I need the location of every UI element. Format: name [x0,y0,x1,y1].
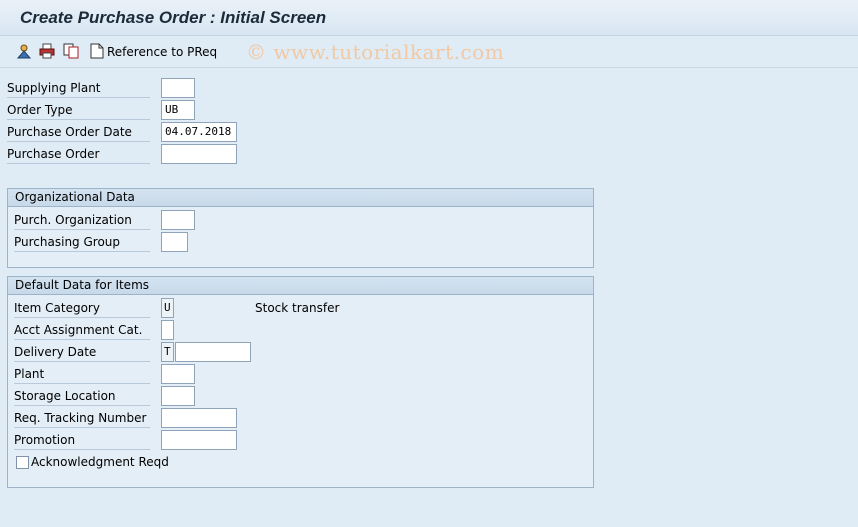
print-icon[interactable] [39,43,55,59]
item-category-field[interactable]: U [161,298,174,318]
po-date-field[interactable]: 04.07.2018 [161,122,237,142]
purchase-order-field[interactable] [161,144,237,164]
default-data-title: Default Data for Items [8,277,593,295]
delivery-date-type-field[interactable]: T [161,342,174,362]
plant-field[interactable] [161,364,195,384]
po-date-label: Purchase Order Date [7,122,150,142]
tracking-number-field[interactable] [161,408,237,428]
purch-group-field[interactable] [161,232,188,252]
supplying-plant-label: Supplying Plant [7,78,150,98]
item-category-label: Item Category [14,298,150,318]
order-type-label: Order Type [7,100,150,120]
acknowledgment-checkbox[interactable] [16,456,29,469]
delivery-date-field[interactable] [175,342,251,362]
order-type-field[interactable]: UB [161,100,195,120]
acknowledgment-label: Acknowledgment Reqd [31,455,169,469]
watermark: © www.tutorialkart.com [246,40,505,64]
reference-to-preq-button[interactable]: Reference to PReq [107,45,217,59]
purchase-order-label: Purchase Order [7,144,150,164]
tracking-number-label: Req. Tracking Number [14,408,150,428]
purch-group-label: Purchasing Group [14,232,150,252]
purch-org-field[interactable] [161,210,195,230]
page-title: Create Purchase Order : Initial Screen [20,8,327,27]
person-icon[interactable] [16,43,32,59]
item-category-text: Stock transfer [255,301,340,315]
plant-label: Plant [14,364,150,384]
storage-location-field[interactable] [161,386,195,406]
document-icon[interactable] [89,43,105,59]
acct-assignment-field[interactable] [161,320,174,340]
delivery-date-label: Delivery Date [14,342,150,362]
title-bar: Create Purchase Order : Initial Screen [0,0,858,36]
storage-location-label: Storage Location [14,386,150,406]
promotion-label: Promotion [14,430,150,450]
promotion-field[interactable] [161,430,237,450]
purch-org-label: Purch. Organization [14,210,150,230]
acct-assignment-label: Acct Assignment Cat. [14,320,150,340]
supplying-plant-field[interactable] [161,78,195,98]
copy-icon[interactable] [63,43,79,59]
organizational-data-title: Organizational Data [8,189,593,207]
